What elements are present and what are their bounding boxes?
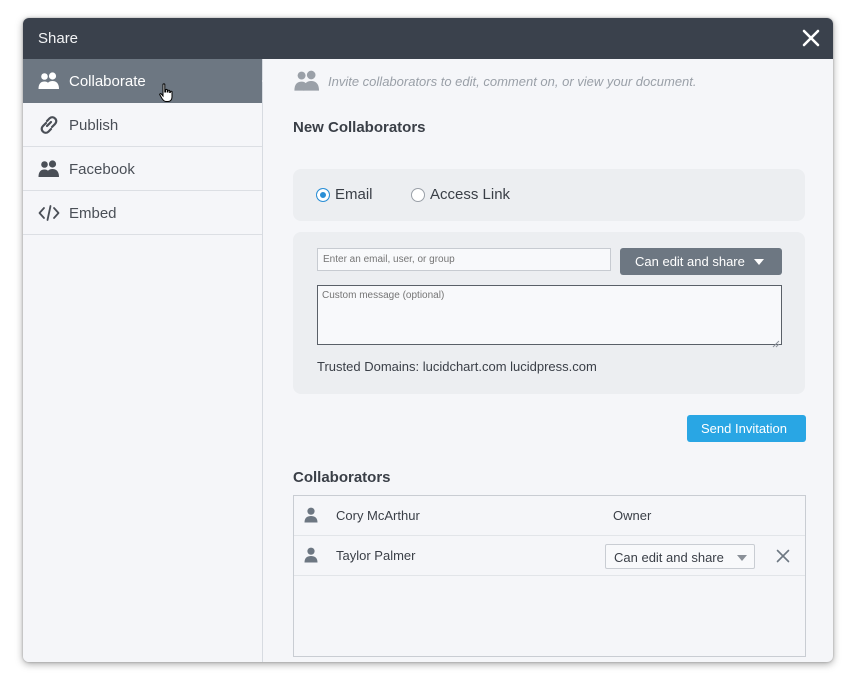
sidebar-item-label: Embed [69,205,117,222]
radio-unselected-icon [411,188,425,202]
permission-dropdown-button[interactable]: Can edit and share [620,248,782,275]
trusted-domains: Trusted Domains: lucidchart.com lucidpre… [317,359,597,374]
radio-label: Access Link [430,186,511,203]
sidebar-item-label: Facebook [69,161,135,178]
close-icon[interactable] [801,28,821,48]
link-icon [38,115,60,135]
user-icon [304,547,318,563]
title-bar: Share [23,18,833,59]
role-select-value: Can edit and share [614,550,724,565]
resize-grip-icon[interactable] [772,335,780,348]
custom-message-field[interactable] [317,285,782,345]
collaborator-name: Cory McArthur [336,508,420,523]
permission-label: Can edit and share [635,254,745,269]
collaborator-row: Taylor Palmer Can edit and share [294,536,805,576]
hand-cursor-icon [159,83,175,103]
dialog-title: Share [38,30,79,47]
email-input[interactable] [317,248,611,271]
collaborate-panel: Invite collaborators to edit, comment on… [293,59,813,659]
collaborator-name: Taylor Palmer [336,548,416,563]
user-icon [304,507,318,523]
collaborators-heading: Collaborators [293,469,391,486]
radio-selected-icon [316,188,330,202]
collaborator-row: Cory McArthur Owner [294,496,805,536]
send-invitation-label: Send Invitation [701,421,788,436]
sidebar-item-label: Publish [69,117,119,134]
users-icon [38,159,60,179]
new-collaborators-heading: New Collaborators [293,119,426,136]
caret-down-icon [737,555,747,561]
users-icon [38,71,60,91]
send-invitation-button[interactable]: Send Invitation [687,415,806,442]
share-dialog: Share Collaborate Publish Facebook Embed… [23,18,833,662]
collaborator-role: Owner [613,508,652,523]
users-icon [293,69,321,93]
collaborators-list: Cory McArthur Owner Taylor Palmer Can ed… [293,495,806,657]
sidebar-item-collaborate[interactable]: Collaborate [23,59,271,103]
sidebar-item-embed[interactable]: Embed [23,191,262,235]
sidebar-item-publish[interactable]: Publish [23,103,262,147]
hint-text: Invite collaborators to edit, comment on… [328,74,697,89]
collaborator-role-select[interactable]: Can edit and share [605,544,755,569]
invite-form: Can edit and share Trusted Domains: luci… [293,232,805,394]
sidebar: Collaborate Publish Facebook Embed [23,59,271,662]
code-icon [38,203,60,223]
invite-mode-selector: Email Access Link [293,169,805,221]
sidebar-item-facebook[interactable]: Facebook [23,147,262,191]
radio-label: Email [335,186,373,203]
caret-down-icon [754,259,764,265]
sidebar-item-label: Collaborate [69,73,146,90]
remove-collaborator-icon[interactable] [776,549,790,563]
